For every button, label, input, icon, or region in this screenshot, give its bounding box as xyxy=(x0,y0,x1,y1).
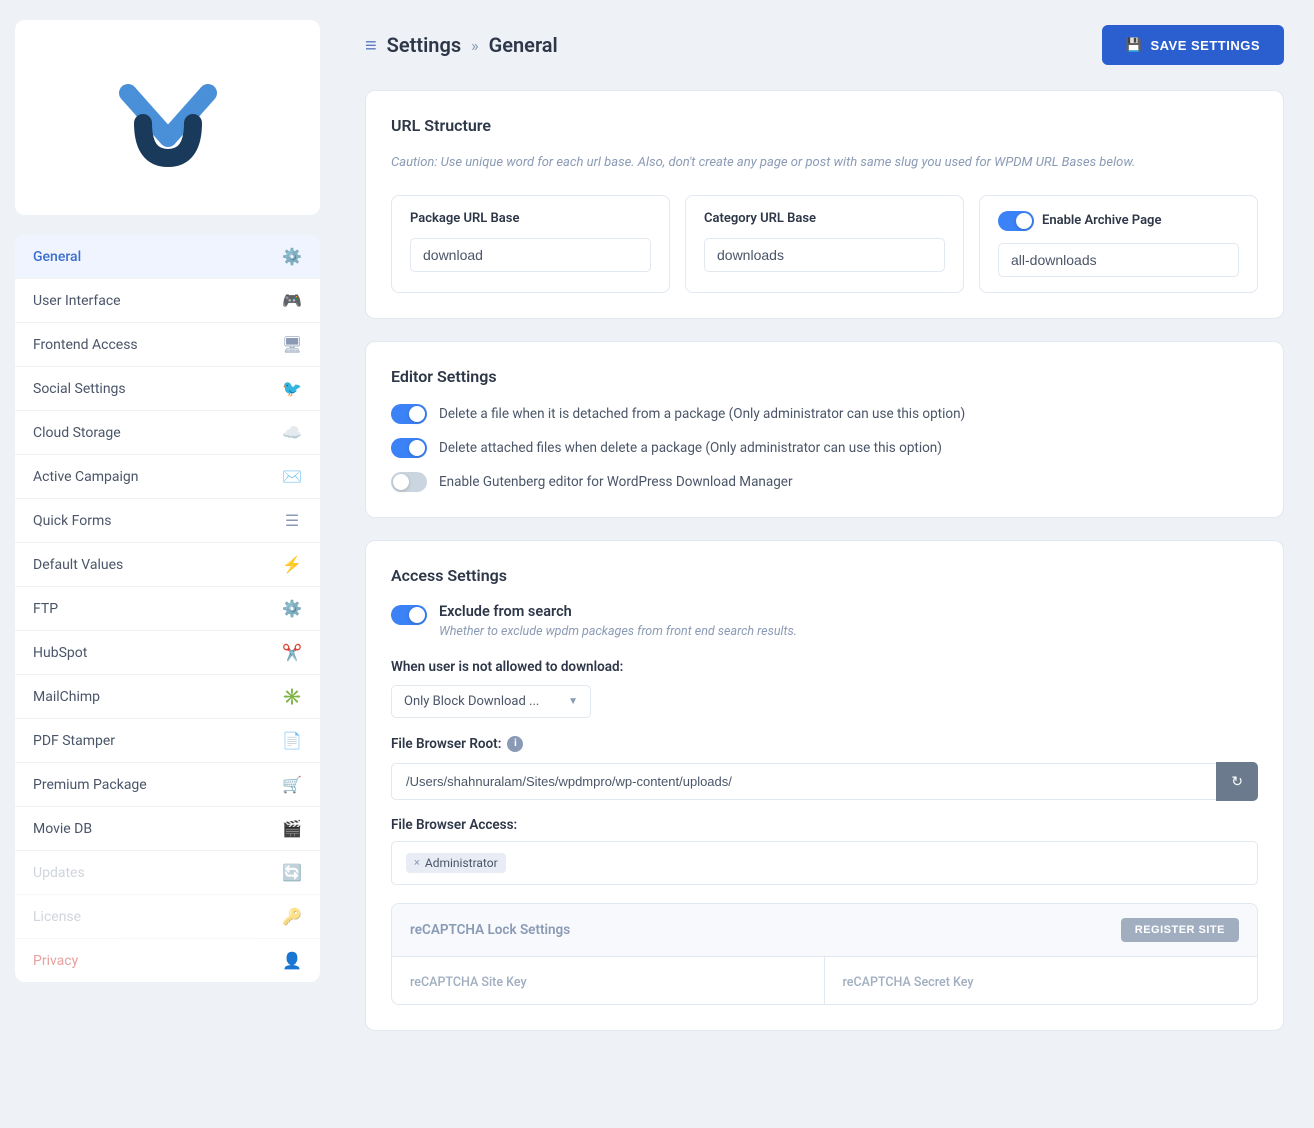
sidebar-item-movie-db[interactable]: Movie DB 🎬 xyxy=(15,807,320,851)
recaptcha-site-key-label: reCAPTCHA Site Key xyxy=(410,975,527,990)
file-browser-root-container: ↻ xyxy=(391,762,1258,801)
sidebar-item-user-interface[interactable]: User Interface 🎮 xyxy=(15,279,320,323)
logo-box xyxy=(15,20,320,215)
sidebar-item-license[interactable]: License 🔑 xyxy=(15,895,320,939)
recaptcha-title: reCAPTCHA Lock Settings xyxy=(410,922,570,938)
settings-filter-icon: ≡ xyxy=(365,33,377,58)
not-allowed-dropdown[interactable]: Only Block Download ... ▼ xyxy=(391,685,591,718)
editor-settings-title: Editor Settings xyxy=(391,367,1258,386)
access-settings-title: Access Settings xyxy=(391,566,1258,585)
pdf-stamper-icon: 📄 xyxy=(282,731,302,750)
editor-toggle-row-2: Delete attached files when delete a pack… xyxy=(391,438,1258,458)
movie-db-icon: 🎬 xyxy=(282,819,302,838)
category-url-base-label: Category URL Base xyxy=(704,211,945,226)
url-grid: Package URL Base Category URL Base Enabl… xyxy=(391,195,1258,293)
exclude-search-sub: Whether to exclude wpdm packages from fr… xyxy=(439,624,797,639)
recaptcha-section: reCAPTCHA Lock Settings REGISTER SITE re… xyxy=(391,903,1258,1005)
sidebar-item-quick-forms[interactable]: Quick Forms ☰ xyxy=(15,499,320,543)
enable-archive-label: Enable Archive Page xyxy=(998,211,1239,231)
recaptcha-site-key-field: reCAPTCHA Site Key xyxy=(392,957,825,1004)
active-campaign-icon: ✉️ xyxy=(282,467,302,486)
sidebar-item-general[interactable]: General ⚙️ xyxy=(15,235,320,279)
package-url-base-input[interactable] xyxy=(410,238,651,272)
page-header: ≡ Settings » General 💾 SAVE SETTINGS xyxy=(365,25,1284,65)
administrator-tag[interactable]: × Administrator xyxy=(406,853,506,873)
privacy-icon: 👤 xyxy=(282,951,302,970)
sidebar-item-frontend-access[interactable]: Frontend Access 🖥 xyxy=(15,323,320,367)
sidebar-item-mailchimp[interactable]: MailChimp ✳️ xyxy=(15,675,320,719)
settings-label: Settings xyxy=(387,33,461,57)
quick-forms-icon: ☰ xyxy=(282,511,302,530)
sidebar-item-cloud-storage[interactable]: Cloud Storage ☁️ xyxy=(15,411,320,455)
chevron-down-icon: ▼ xyxy=(568,696,578,707)
main-content: ≡ Settings » General 💾 SAVE SETTINGS URL… xyxy=(335,0,1314,1128)
gutenberg-toggle[interactable] xyxy=(391,472,427,492)
sidebar: General ⚙️ User Interface 🎮 Frontend Acc… xyxy=(0,0,335,1128)
exclude-search-toggle[interactable] xyxy=(391,605,427,625)
breadcrumb-arrow: » xyxy=(471,36,479,55)
package-url-base-box: Package URL Base xyxy=(391,195,670,293)
delete-detached-toggle[interactable] xyxy=(391,404,427,424)
caution-text: Caution: Use unique word for each url ba… xyxy=(391,153,1258,173)
premium-package-icon: 🛒 xyxy=(282,775,302,794)
sidebar-item-ftp[interactable]: FTP ⚙️ xyxy=(15,587,320,631)
editor-settings-card: Editor Settings Delete a file when it is… xyxy=(365,341,1284,518)
frontend-access-icon: 🖥 xyxy=(282,335,302,354)
user-interface-icon: 🎮 xyxy=(282,291,302,310)
ftp-icon: ⚙️ xyxy=(282,599,302,618)
license-icon: 🔑 xyxy=(282,907,302,926)
access-settings-card: Access Settings Exclude from search Whet… xyxy=(365,540,1284,1031)
recaptcha-fields: reCAPTCHA Site Key reCAPTCHA Secret Key xyxy=(392,957,1257,1004)
sidebar-item-hubspot[interactable]: HubSpot ✂️ xyxy=(15,631,320,675)
category-url-base-input[interactable] xyxy=(704,238,945,272)
recaptcha-secret-key-label: reCAPTCHA Secret Key xyxy=(843,975,974,990)
save-settings-button[interactable]: 💾 SAVE SETTINGS xyxy=(1102,25,1284,65)
editor-toggle-row-1: Delete a file when it is detached from a… xyxy=(391,404,1258,424)
enable-archive-box: Enable Archive Page xyxy=(979,195,1258,293)
sidebar-item-active-campaign[interactable]: Active Campaign ✉️ xyxy=(15,455,320,499)
sidebar-item-pdf-stamper[interactable]: PDF Stamper 📄 xyxy=(15,719,320,763)
exclude-search-label: Exclude from search xyxy=(439,603,797,620)
url-structure-title: URL Structure xyxy=(391,116,1258,135)
sidebar-item-default-values[interactable]: Default Values ⚡ xyxy=(15,543,320,587)
updates-icon: 🔄 xyxy=(282,863,302,882)
editor-toggle-row-3: Enable Gutenberg editor for WordPress Do… xyxy=(391,472,1258,492)
editor-toggle-2-label: Delete attached files when delete a pack… xyxy=(439,440,942,456)
hubspot-icon: ✂️ xyxy=(282,643,302,662)
social-settings-icon: 🐦 xyxy=(282,379,302,398)
file-path-input[interactable] xyxy=(391,763,1216,800)
package-url-base-label: Package URL Base xyxy=(410,211,651,226)
nav-menu: General ⚙️ User Interface 🎮 Frontend Acc… xyxy=(15,235,320,982)
recaptcha-secret-key-field: reCAPTCHA Secret Key xyxy=(825,957,1258,1004)
sidebar-item-updates[interactable]: Updates 🔄 xyxy=(15,851,320,895)
recaptcha-header: reCAPTCHA Lock Settings REGISTER SITE xyxy=(392,904,1257,957)
file-browser-access-box: × Administrator xyxy=(391,841,1258,885)
file-browser-root-label: File Browser Root: i xyxy=(391,736,1258,752)
delete-attached-toggle[interactable] xyxy=(391,438,427,458)
save-icon: 💾 xyxy=(1126,37,1143,53)
sidebar-item-social-settings[interactable]: Social Settings 🐦 xyxy=(15,367,320,411)
general-icon: ⚙️ xyxy=(282,247,302,266)
editor-toggle-3-label: Enable Gutenberg editor for WordPress Do… xyxy=(439,474,793,490)
editor-toggle-1-label: Delete a file when it is detached from a… xyxy=(439,406,965,422)
info-icon: i xyxy=(507,736,523,752)
enable-archive-input[interactable] xyxy=(998,243,1239,277)
dropdown-value: Only Block Download ... xyxy=(404,694,539,709)
breadcrumb: ≡ Settings » General xyxy=(365,33,558,58)
register-site-button[interactable]: REGISTER SITE xyxy=(1121,918,1239,942)
section-label: General xyxy=(489,33,558,57)
default-values-icon: ⚡ xyxy=(282,555,302,574)
not-allowed-label: When user is not allowed to download: xyxy=(391,659,1258,675)
tag-x-icon[interactable]: × xyxy=(414,856,420,869)
mailchimp-icon: ✳️ xyxy=(282,687,302,706)
refresh-button[interactable]: ↻ xyxy=(1216,762,1258,801)
category-url-base-box: Category URL Base xyxy=(685,195,964,293)
file-browser-access-label: File Browser Access: xyxy=(391,817,1258,833)
sidebar-item-premium-package[interactable]: Premium Package 🛒 xyxy=(15,763,320,807)
cloud-storage-icon: ☁️ xyxy=(282,423,302,442)
sidebar-item-privacy[interactable]: Privacy 👤 xyxy=(15,939,320,982)
enable-archive-toggle[interactable] xyxy=(998,211,1034,231)
url-structure-card: URL Structure Caution: Use unique word f… xyxy=(365,90,1284,319)
